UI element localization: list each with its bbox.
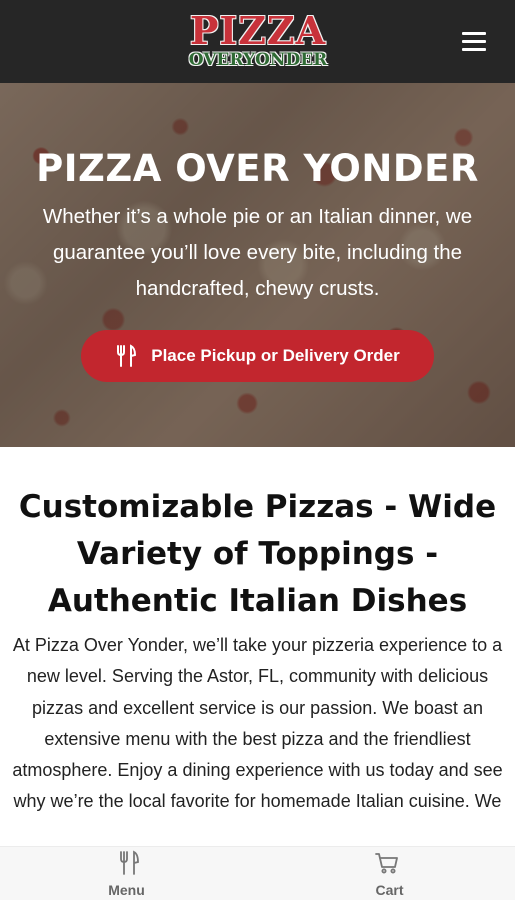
nav-menu-label: Menu	[108, 882, 145, 898]
fork-knife-icon	[115, 344, 137, 368]
logo-top-text: PIZZA	[189, 8, 327, 53]
logo-bottom-text: OVERYONDER	[188, 50, 328, 70]
nav-menu-tab[interactable]: Menu	[0, 847, 257, 900]
place-order-button[interactable]: Place Pickup or Delivery Order	[81, 330, 434, 382]
section-text: At Pizza Over Yonder, we’ll take your pi…	[12, 635, 503, 812]
site-header: PIZZA OVERYONDER	[0, 0, 515, 83]
fork-knife-icon	[117, 850, 141, 876]
bottom-nav: Menu Cart	[0, 846, 515, 900]
nav-cart-tab[interactable]: Cart	[258, 847, 515, 900]
section-title: Customizable Pizzas - Wide Variety of To…	[18, 489, 497, 619]
nav-cart-label: Cart	[375, 882, 404, 898]
hero-text: Whether it’s a whole pie or an Italian d…	[42, 205, 473, 300]
place-order-label: Place Pickup or Delivery Order	[151, 346, 400, 365]
site-logo[interactable]: PIZZA OVERYONDER	[178, 12, 338, 72]
cart-icon	[374, 850, 399, 876]
hero-title: PIZZA OVER YONDER	[36, 147, 479, 190]
hero-banner: PIZZA OVER YONDER Whether it’s a whole p…	[0, 83, 515, 447]
hamburger-menu-icon[interactable]	[458, 27, 490, 55]
